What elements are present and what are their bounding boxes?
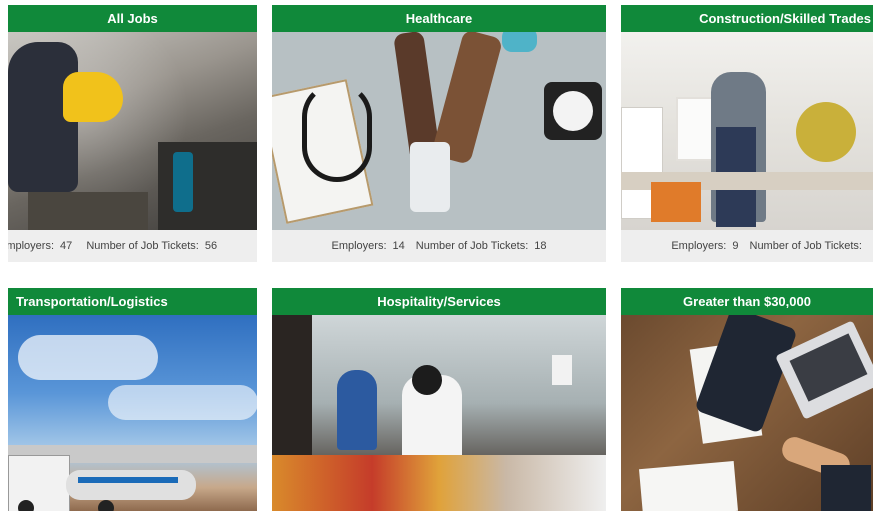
- card-stats: Employers:47 Number of Job Tickets:56: [8, 230, 257, 262]
- category-card-transportation[interactable]: Transportation/Logistics: [8, 288, 257, 511]
- category-card-hospitality[interactable]: Hospitality/Services: [272, 288, 606, 511]
- card-title: All Jobs: [8, 5, 257, 32]
- card-title: Greater than $30,000: [621, 288, 873, 315]
- category-card-healthcare[interactable]: Healthcare Employers: 14 Number of Job Ti…: [272, 5, 606, 262]
- card-image-construction: [621, 32, 873, 230]
- card-image-healthcare: [272, 32, 606, 230]
- card-image-handshake: [621, 315, 873, 511]
- card-image-workshop: [8, 32, 257, 230]
- category-card-all-jobs[interactable]: All Jobs Employers:47 Number of Job Tick…: [8, 5, 257, 262]
- card-title: Construction/Skilled Trades: [621, 5, 873, 32]
- category-card-greater-than-30000[interactable]: Greater than $30,000: [621, 288, 873, 511]
- card-title: Transportation/Logistics: [8, 288, 257, 315]
- card-stats: Employers: 9 Number of Job Tickets:: [621, 230, 873, 262]
- card-title: Healthcare: [272, 5, 606, 32]
- card-stats: Employers: 14 Number of Job Tickets: 18: [272, 230, 606, 262]
- card-image-transportation: [8, 315, 257, 511]
- card-title: Hospitality/Services: [272, 288, 606, 315]
- category-card-construction[interactable]: Construction/Skilled Trades Employers: 9 …: [621, 5, 873, 262]
- card-image-hospitality: [272, 315, 606, 511]
